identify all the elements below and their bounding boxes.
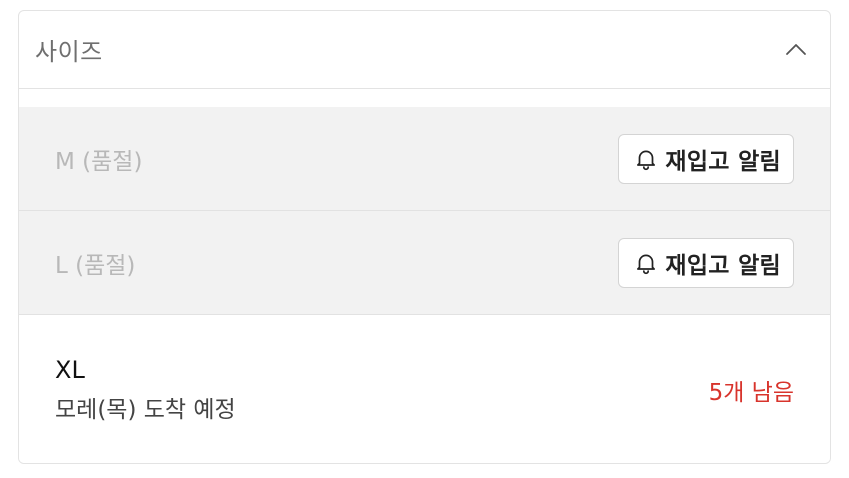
bell-icon (633, 250, 659, 276)
arrival-estimate: 모레(목) 도착 예정 (55, 397, 236, 423)
restock-alert-button-m[interactable]: 재입고 알림 (618, 133, 794, 184)
list-top-spacer (19, 89, 830, 107)
restock-alert-label: 재입고 알림 (665, 148, 781, 175)
restock-alert-label: 재입고 알림 (665, 252, 781, 279)
size-option-m: M (품절) 재입고 알림 (19, 107, 830, 211)
size-dropdown-label: 사이즈 (35, 38, 103, 66)
chevron-up-icon[interactable] (784, 38, 808, 62)
size-option-m-label: M (품절) (55, 148, 143, 175)
size-option-xl-info: XL 모레(목) 도착 예정 (55, 356, 236, 424)
restock-alert-button-l[interactable]: 재입고 알림 (618, 237, 794, 288)
size-option-xl[interactable]: XL 모레(목) 도착 예정 5개 남음 (19, 315, 830, 463)
size-dropdown: 사이즈 M (품절) 재입고 알림 L (품절) 재입고 알림 XL 모레(목)… (18, 10, 831, 464)
size-dropdown-header[interactable]: 사이즈 (19, 11, 830, 89)
size-option-l-label: L (품절) (55, 252, 136, 279)
stock-remaining: 5개 남음 (708, 380, 794, 406)
size-option-l: L (품절) 재입고 알림 (19, 211, 830, 315)
size-option-xl-label: XL (55, 356, 85, 384)
bell-icon (633, 146, 659, 172)
